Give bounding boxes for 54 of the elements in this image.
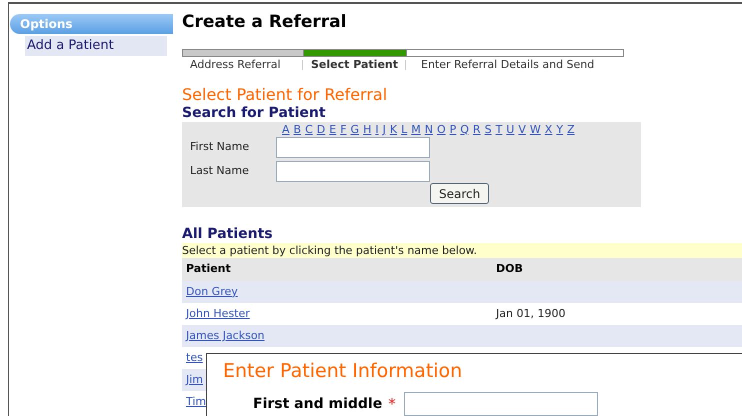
dob-cell-text: Jan 01, 1900 <box>496 306 566 322</box>
letter-link[interactable]: L <box>401 124 408 134</box>
letter-link[interactable]: Z <box>567 124 575 134</box>
field-label: First Name <box>189 139 250 156</box>
patient-link[interactable]: Tim <box>186 394 206 408</box>
letter-link[interactable]: B <box>294 124 302 134</box>
letter-link[interactable]: G <box>350 124 360 134</box>
search-button[interactable]: Search <box>430 183 490 204</box>
letter-link[interactable]: C <box>305 124 313 134</box>
letter-link[interactable]: I <box>375 124 379 134</box>
first-name-field[interactable] <box>276 137 430 158</box>
letter-link[interactable]: D <box>316 124 326 134</box>
patient-link[interactable]: Jim <box>186 372 204 386</box>
letter-link[interactable]: M <box>411 124 421 134</box>
sidebar-item[interactable]: Add a Patient <box>25 36 167 56</box>
letter-link[interactable]: K <box>390 124 398 134</box>
letter-link[interactable]: X <box>544 124 552 134</box>
section-title: Select Patient for Referral <box>182 85 388 105</box>
letter-link[interactable]: H <box>363 124 372 134</box>
table-title: All Patients <box>182 226 274 243</box>
step-label: Enter Referral Details and Send <box>420 56 594 73</box>
letter-link[interactable]: F <box>340 124 347 134</box>
letter-link[interactable]: R <box>472 124 481 134</box>
step-label: Address Referral <box>189 56 282 73</box>
letter-link[interactable]: W <box>530 124 541 134</box>
column-header: DOB <box>496 261 523 278</box>
letter-link[interactable]: T <box>496 124 502 134</box>
letter-link[interactable]: A <box>282 124 290 134</box>
dialog-title: Enter Patient Information <box>223 359 464 383</box>
search-title: Search for Patient <box>182 105 327 122</box>
letter-link[interactable]: U <box>506 124 514 134</box>
letter-link[interactable]: J <box>382 124 386 134</box>
step-label: Select Patient <box>310 56 399 73</box>
letter-link[interactable]: Q <box>460 124 469 134</box>
field-label: First and middle <box>253 394 382 414</box>
page-title: Create a Referral <box>182 11 348 34</box>
patient-link[interactable]: Don Grey <box>186 284 238 298</box>
patient-link[interactable]: James Jackson <box>186 328 265 342</box>
letter-link[interactable]: N <box>424 124 433 134</box>
letter-link[interactable]: V <box>518 124 526 134</box>
patient-link[interactable]: John Hester <box>186 306 250 320</box>
field-label: Last Name <box>189 162 250 179</box>
last-name-field[interactable] <box>276 160 430 182</box>
letter-link[interactable]: S <box>484 124 492 134</box>
sidebar-header: Options <box>10 14 173 34</box>
letter-link[interactable]: Y <box>556 124 564 134</box>
required-mark: * <box>388 394 396 415</box>
patient-link[interactable]: tes <box>186 350 203 364</box>
first-and-middle-field[interactable] <box>404 392 598 416</box>
column-header: Patient <box>185 261 232 278</box>
hint-text: Select a patient by clicking the patient's name below. <box>182 243 742 258</box>
letter-link[interactable]: P <box>450 124 456 134</box>
letter-link[interactable]: O <box>436 124 446 134</box>
letter-link[interactable]: E <box>329 124 336 134</box>
